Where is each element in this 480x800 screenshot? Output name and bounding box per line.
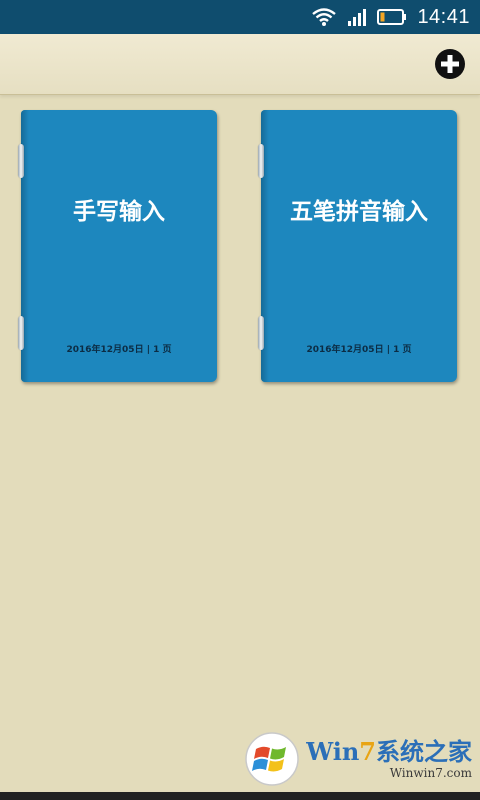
status-bar: 14:41 [0,0,480,34]
watermark-brand: Win7系统之家 [306,736,472,766]
notebook-card[interactable]: 五笔拼音输入 2016年12月05日 | 1 页 [258,110,457,382]
notebook-meta: 2016年12月05日 | 1 页 [66,345,172,355]
signal-icon [347,7,367,27]
bottom-edge [0,792,480,800]
plus-circle-icon [435,49,465,79]
wifi-icon [311,7,337,27]
windows-logo-icon [245,732,299,786]
watermark: Win7系统之家 Winwin7.com [244,730,472,788]
watermark-text: Win7系统之家 Winwin7.com [306,736,472,780]
notebook-meta: 2016年12月05日 | 1 页 [306,345,412,355]
app-bar [0,34,480,95]
notebook-title: 手写输入 [73,199,165,225]
status-time: 14:41 [417,5,470,28]
binder-ring [258,144,264,178]
notebook-title: 五笔拼音输入 [290,199,428,225]
notebook-card[interactable]: 手写输入 2016年12月05日 | 1 页 [18,110,217,382]
battery-icon [377,8,407,26]
watermark-url: Winwin7.com [389,765,472,780]
binder-ring [18,144,24,178]
status-icons: 14:41 [311,0,470,34]
add-notebook-button[interactable] [434,48,466,80]
